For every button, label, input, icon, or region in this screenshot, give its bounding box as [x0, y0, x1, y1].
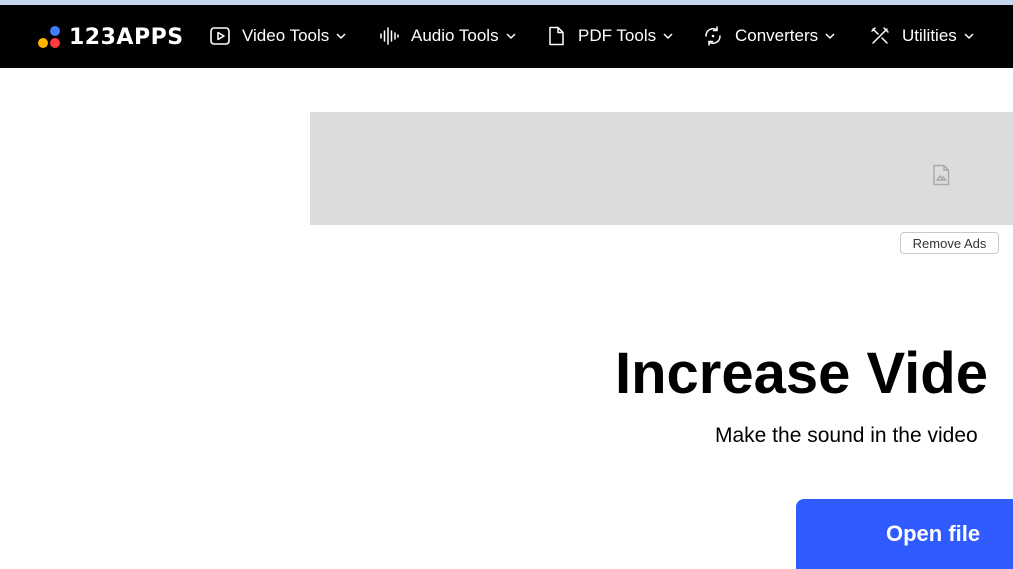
nav-item-label: PDF Tools	[578, 26, 657, 45]
nav-item-label: Utilities	[902, 26, 957, 45]
nav-utilities[interactable]: Utilities	[869, 23, 975, 49]
nav-item-label: Video Tools	[242, 26, 330, 45]
document-icon	[545, 25, 567, 47]
page-subtitle: Make the sound in the video	[715, 424, 978, 447]
nav-item-label: Converters	[735, 26, 819, 45]
nav-item-label: Audio Tools	[411, 26, 499, 45]
tools-icon	[869, 25, 891, 47]
chevron-down-icon	[824, 30, 836, 42]
ad-banner[interactable]	[310, 112, 1013, 225]
page-title: Increase Vide	[615, 341, 988, 406]
chevron-down-icon	[662, 30, 674, 42]
logo-dots-icon	[37, 24, 63, 50]
nav-audio-tools[interactable]: Audio Tools	[378, 23, 517, 49]
navbar: 123APPS Video Tools Audio Tools PDF Tool…	[0, 5, 1013, 68]
chevron-down-icon	[335, 30, 347, 42]
nav-video-tools[interactable]: Video Tools	[209, 23, 347, 49]
nav-converters[interactable]: Converters	[702, 23, 836, 49]
audio-wave-icon	[378, 25, 400, 47]
remove-ads-button[interactable]: Remove Ads	[900, 232, 999, 254]
logo-text: 123APPS	[69, 24, 184, 50]
open-file-button[interactable]: Open file	[796, 499, 1013, 569]
convert-cycle-icon	[702, 25, 724, 47]
logo[interactable]: 123APPS	[37, 23, 184, 51]
chevron-down-icon	[505, 30, 517, 42]
play-square-icon	[209, 25, 231, 47]
chevron-down-icon	[963, 30, 975, 42]
nav-pdf-tools[interactable]: PDF Tools	[545, 23, 674, 49]
open-file-label: Open file	[886, 521, 981, 546]
broken-image-icon	[932, 164, 950, 186]
